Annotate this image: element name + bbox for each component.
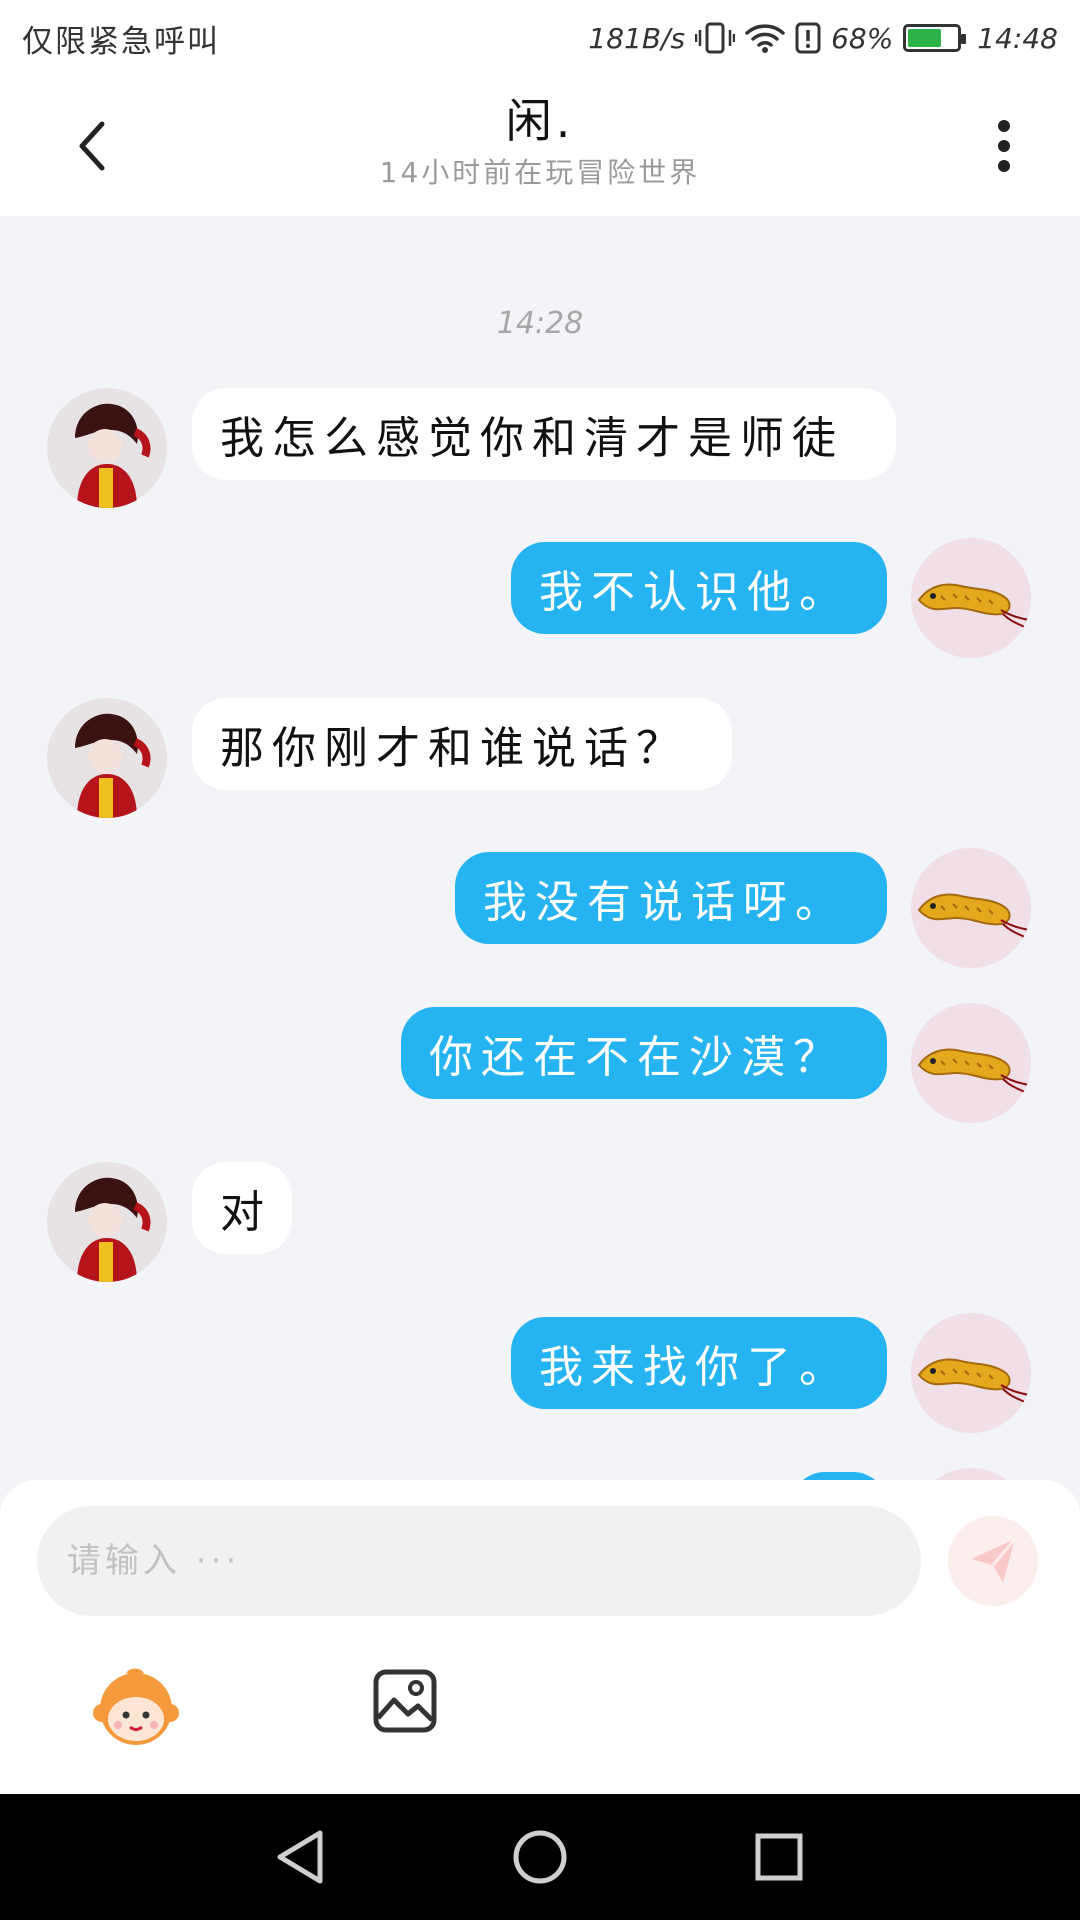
contact-avatar[interactable]: [47, 698, 167, 818]
back-triangle-icon: [277, 1830, 323, 1884]
monkey-emoji-icon: [93, 1668, 179, 1745]
wifi-icon: [745, 22, 785, 54]
page-title: 闲.: [505, 94, 575, 148]
message-bubble-outgoing-partial[interactable]: [791, 1472, 887, 1480]
message-bubble-incoming[interactable]: 对: [192, 1162, 292, 1254]
battery-icon: [903, 24, 967, 52]
message-input[interactable]: [37, 1506, 921, 1616]
battery-percent: 68%: [831, 21, 894, 55]
title-block: 闲. 14小时前在玩冒险世界: [240, 90, 840, 194]
my-avatar[interactable]: [911, 1468, 1031, 1480]
message-bubble-outgoing[interactable]: 我来找你了。: [511, 1317, 887, 1409]
status-bar: 仅限紧急呼叫 181B/s 68% 14:48: [0, 0, 1080, 76]
send-button[interactable]: [948, 1516, 1038, 1606]
home-circle-icon: [513, 1830, 567, 1884]
recents-square-icon: [755, 1833, 803, 1881]
system-nav-bar: [0, 1794, 1080, 1920]
nav-recents-button[interactable]: [746, 1824, 812, 1890]
back-button[interactable]: [60, 114, 124, 178]
battery-fill: [908, 29, 942, 47]
paper-plane-icon: [971, 1538, 1017, 1583]
nav-home-button[interactable]: [507, 1824, 573, 1890]
my-avatar[interactable]: [911, 848, 1031, 968]
my-avatar[interactable]: [911, 1003, 1031, 1123]
message-bubble-outgoing[interactable]: 我没有说话呀。: [455, 852, 887, 944]
message-bubble-incoming[interactable]: 我怎么感觉你和清才是师徒: [192, 388, 896, 480]
net-speed: 181B/s: [588, 21, 686, 55]
message-bubble-outgoing[interactable]: 你还在不在沙漠？: [401, 1007, 887, 1099]
my-avatar[interactable]: [911, 538, 1031, 658]
chat-header: 闲. 14小时前在玩冒险世界: [0, 76, 1080, 216]
vibrate-icon: [695, 21, 736, 55]
my-avatar[interactable]: [911, 1313, 1031, 1433]
image-icon: [373, 1669, 437, 1733]
alert-icon: [795, 22, 821, 54]
chevron-left-icon: [79, 121, 105, 171]
status-icons: 181B/s 68% 14:48: [588, 21, 1058, 55]
carrier-text: 仅限紧急呼叫: [22, 23, 220, 60]
contact-avatar[interactable]: [47, 388, 167, 508]
message-bubble-incoming[interactable]: 那你刚才和谁说话？: [192, 698, 732, 790]
image-button[interactable]: [372, 1668, 438, 1734]
contact-avatar[interactable]: [47, 1162, 167, 1282]
clock: 14:48: [977, 21, 1058, 55]
message-composer: [0, 1480, 1080, 1794]
presence-status: 14小时前在玩冒险世界: [379, 156, 701, 189]
message-list[interactable]: 14:28 我怎么感觉你和清才是师徒 我不认识他。 那你刚才和谁说话？ 我没有说…: [0, 216, 1080, 1480]
emoji-button[interactable]: [92, 1663, 180, 1751]
message-timestamp: 14:28: [496, 306, 584, 341]
more-options-button[interactable]: [972, 114, 1036, 178]
more-vertical-icon: [998, 120, 1010, 172]
nav-back-button[interactable]: [268, 1824, 334, 1890]
message-bubble-outgoing[interactable]: 我不认识他。: [511, 542, 887, 634]
